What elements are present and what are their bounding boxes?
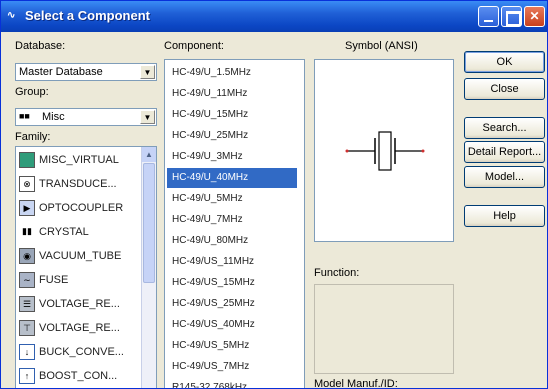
family-item-boost-converter[interactable]: ↑ BOOST_CON... [19,366,139,387]
component-item[interactable]: HC-49/US_40MHz [167,315,297,335]
model-manuf-label: Model Manuf./ID: [314,378,398,389]
maximize-button[interactable] [501,6,522,27]
family-item-label: VOLTAGE_RE... [39,298,120,310]
database-selected-value: Master Database [19,66,103,78]
scroll-up-arrow-icon[interactable]: ▲ [142,147,156,162]
vacuum-tube-icon: ◉ [19,248,35,264]
family-item-label: BUCK_CONVE... [39,346,124,358]
symbol-preview [314,59,454,242]
family-item-vacuum-tube[interactable]: ◉ VACUUM_TUBE [19,246,139,267]
component-item[interactable]: R145-32.768kHz [167,378,297,388]
component-item[interactable]: HC-49/U_11MHz [167,84,297,104]
database-label: Database: [15,40,66,52]
family-item-label: CRYSTAL [39,226,89,238]
family-item-label: FUSE [39,274,69,286]
component-label: Component: [164,40,224,52]
family-list-scrollbar[interactable]: ▲ [141,147,156,388]
search-button[interactable]: Search... [464,117,545,139]
component-item[interactable]: HC-49/US_7MHz [167,357,297,377]
family-item-voltage-reference[interactable]: ⊤ VOLTAGE_RE... [19,318,139,339]
model-button[interactable]: Model... [464,166,545,188]
component-item[interactable]: HC-49/U_1.5MHz [167,63,297,83]
component-app-icon: ∿ [7,10,16,21]
family-item-label: OPTOCOUPLER [39,202,124,214]
title-bar[interactable]: ∿ Select a Component ✕ [1,1,547,32]
close-button[interactable]: Close [464,78,545,100]
misc-virtual-icon [19,152,35,168]
family-label: Family: [15,131,51,143]
component-item[interactable]: HC-49/U_25MHz [167,126,297,146]
family-item-label: BOOST_CON... [39,370,118,382]
chevron-down-icon[interactable]: ▼ [140,110,155,124]
family-item-transducer[interactable]: ⊗ TRANSDUCE... [19,174,139,195]
component-item[interactable]: HC-49/US_11MHz [167,252,297,272]
ok-button[interactable]: OK [464,51,545,73]
transducer-icon: ⊗ [19,176,35,192]
function-label: Function: [314,267,360,279]
family-item-label: VOLTAGE_RE... [39,322,120,334]
family-list[interactable]: MISC_VIRTUAL ⊗ TRANSDUCE... ▶ OPTOCOUPLE… [15,146,157,388]
database-select[interactable]: Master Database ▼ [15,63,157,81]
optocoupler-icon: ▶ [19,200,35,216]
minimize-button[interactable] [478,6,499,27]
boost-converter-icon: ↑ [19,368,35,384]
family-item-label: MISC_VIRTUAL [39,154,119,166]
detail-report-button[interactable]: Detail Report... [464,141,545,163]
function-text-area [314,284,454,374]
family-item-label: VACUUM_TUBE [39,250,122,262]
component-item[interactable]: HC-49/US_15MHz [167,273,297,293]
component-item-selected[interactable]: HC-49/U_40MHz [167,168,297,188]
crystal-icon: ▮▮ [19,224,35,240]
component-item[interactable]: HC-49/US_5MHz [167,336,297,356]
help-button[interactable]: Help [464,205,545,227]
component-list[interactable]: HC-49/U_1.5MHz HC-49/U_11MHz HC-49/U_15MHz… [164,59,305,388]
family-item-buck-converter[interactable]: ↓ BUCK_CONVE... [19,342,139,363]
family-item-fuse[interactable]: ∼ FUSE [19,270,139,291]
chevron-down-icon[interactable]: ▼ [140,65,155,79]
component-item[interactable]: HC-49/U_15MHz [167,105,297,125]
close-window-button[interactable]: ✕ [524,6,545,27]
fuse-icon: ∼ [19,272,35,288]
group-selected-value: Misc [42,111,65,123]
component-item[interactable]: HC-49/US_25MHz [167,294,297,314]
component-item[interactable]: HC-49/U_3MHz [167,147,297,167]
crystal-symbol-icon [345,131,425,171]
family-item-optocoupler[interactable]: ▶ OPTOCOUPLER [19,198,139,219]
scrollbar-thumb[interactable] [143,163,155,283]
family-item-misc-virtual[interactable]: MISC_VIRTUAL [19,150,139,171]
symbol-label: Symbol (ANSI) [345,40,418,52]
voltage-reference-icon: ⊤ [19,320,35,336]
voltage-regulator-icon: ☰ [19,296,35,312]
select-component-dialog: ∿ Select a Component ✕ Database: Master … [0,0,548,389]
family-item-voltage-regulator[interactable]: ☰ VOLTAGE_RE... [19,294,139,315]
buck-converter-icon: ↓ [19,344,35,360]
group-label: Group: [15,86,49,98]
component-item[interactable]: HC-49/U_7MHz [167,210,297,230]
component-item[interactable]: HC-49/U_5MHz [167,189,297,209]
component-item[interactable]: HC-49/U_80MHz [167,231,297,251]
group-select[interactable]: ■■ Misc ▼ [15,108,157,126]
window-title: Select a Component [25,8,150,23]
family-item-crystal[interactable]: ▮▮ CRYSTAL [19,222,139,243]
misc-group-icon: ■■ [19,111,30,121]
family-item-label: TRANSDUCE... [39,178,117,190]
